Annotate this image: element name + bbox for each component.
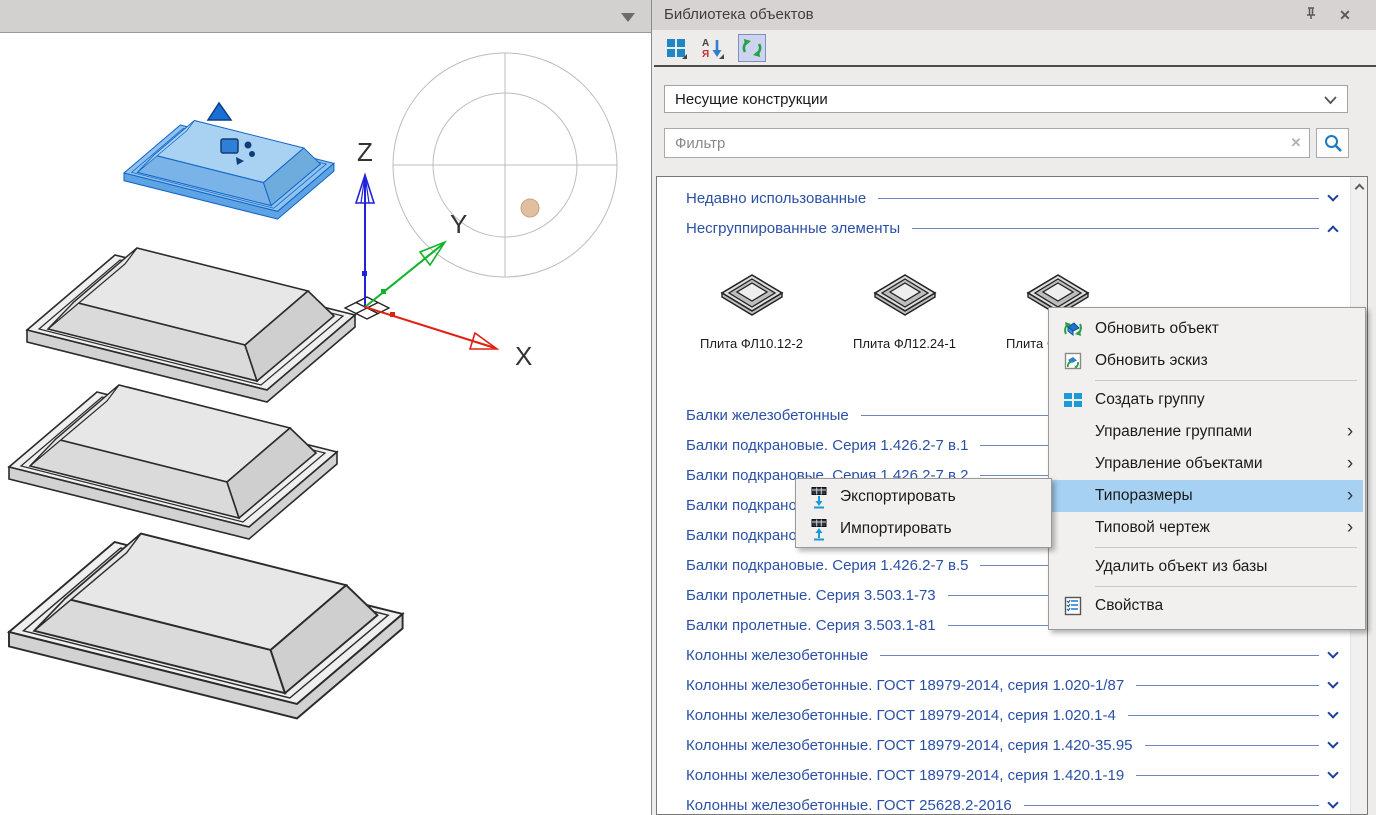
viewport-canvas[interactable]: Z Y X (0, 33, 651, 815)
chevron-up-icon (1355, 184, 1365, 194)
list-item[interactable]: Колонны железобетонные (657, 640, 1351, 670)
orbit-cursor-dot (521, 199, 539, 217)
refresh-icon (741, 37, 763, 59)
submenu-arrow-icon: › (1337, 421, 1363, 443)
update-sketch-icon (1051, 350, 1095, 372)
svg-text:А: А (702, 38, 709, 49)
x-axis-label: X (515, 341, 532, 371)
context-menu: Обновить объект Обновить эскиз Создать г… (1048, 307, 1366, 630)
view-mode-button[interactable] (662, 34, 690, 62)
menu-separator (1095, 586, 1357, 587)
create-group-icon (1051, 389, 1095, 411)
grid-view-icon (664, 36, 688, 60)
list-item[interactable]: Колонны железобетонные. ГОСТ 18979-2014,… (657, 760, 1351, 790)
plate-object-3[interactable] (9, 385, 337, 539)
svg-text:Я: Я (702, 49, 709, 60)
submenu-item-import[interactable]: Импортировать (798, 513, 1049, 545)
menu-item-delete-object[interactable]: Удалить объект из базы (1051, 551, 1363, 583)
library-item[interactable]: Плита ФЛ12.24-1 (828, 243, 981, 373)
menu-item-manage-groups[interactable]: Управление группами › (1051, 416, 1363, 448)
ucs-axis-triad: Z Y X (345, 137, 532, 371)
viewport-dropdown-icon[interactable] (621, 13, 635, 22)
section-recently-used[interactable]: Недавно использованные (657, 183, 1351, 213)
sort-alpha-icon: А Я (700, 36, 724, 60)
menu-separator (1095, 380, 1357, 381)
plate-object-4[interactable] (9, 534, 403, 719)
chevron-down-icon[interactable] (1327, 677, 1338, 688)
chevron-down-icon[interactable] (1327, 767, 1338, 778)
menu-separator (1095, 547, 1357, 548)
category-select[interactable]: Несущие конструкции (664, 85, 1348, 113)
panel-title: Библиотека объектов (664, 6, 814, 23)
submenu-arrow-icon: › (1337, 517, 1363, 539)
plate-object-selected[interactable] (124, 121, 334, 220)
item-label: Плита ФЛ10.12-2 (675, 336, 828, 351)
z-axis (356, 175, 374, 307)
category-value: Несущие конструкции (675, 91, 828, 108)
section-label: Несгруппированные элементы (686, 220, 900, 237)
chevron-down-icon[interactable] (1327, 647, 1338, 658)
menu-item-update-object[interactable]: Обновить объект (1051, 313, 1363, 345)
panel-toolbar: А Я (652, 30, 1376, 66)
chevron-down-icon[interactable] (1327, 797, 1338, 808)
chevron-down-icon (1324, 96, 1337, 105)
chevron-down-icon[interactable] (1327, 190, 1338, 201)
list-item[interactable]: Колонны железобетонные. ГОСТ 25628.2-201… (657, 790, 1351, 815)
close-icon[interactable]: ✕ (1334, 5, 1356, 25)
y-axis-label: Y (450, 209, 467, 239)
chevron-up-icon[interactable] (1327, 225, 1338, 236)
filter-field-wrap: ✕ (664, 128, 1310, 158)
plate-thumbnail-icon (873, 269, 937, 317)
menu-item-properties[interactable]: Свойства (1051, 590, 1363, 622)
toolbar-separator (654, 65, 1376, 67)
viewport-header-bar[interactable] (0, 0, 651, 33)
sort-button[interactable]: А Я (698, 34, 726, 62)
z-axis-label: Z (357, 137, 373, 167)
menu-item-manage-objects[interactable]: Управление объектами › (1051, 448, 1363, 480)
section-label: Недавно использованные (686, 190, 866, 207)
submenu-item-export[interactable]: Экспортировать (798, 481, 1049, 513)
chevron-down-icon[interactable] (1327, 737, 1338, 748)
item-label: Плита ФЛ12.24-1 (828, 336, 981, 351)
import-icon (798, 517, 840, 541)
plate-thumbnail-icon (720, 269, 784, 317)
library-item[interactable]: Плита ФЛ10.12-2 (675, 243, 828, 373)
chevron-down-icon[interactable] (1327, 707, 1338, 718)
pin-icon[interactable] (1300, 5, 1322, 25)
list-item[interactable]: Колонны железобетонные. ГОСТ 18979-2014,… (657, 700, 1351, 730)
filter-input[interactable] (665, 135, 1283, 152)
menu-item-typical-drawing[interactable]: Типовой чертеж › (1051, 512, 1363, 544)
menu-item-create-group[interactable]: Создать группу (1051, 384, 1363, 416)
model-viewport: Z Y X (0, 0, 652, 815)
update-object-icon (1051, 318, 1095, 340)
submenu-arrow-icon: › (1337, 485, 1363, 507)
clear-filter-icon[interactable]: ✕ (1283, 135, 1309, 151)
orbit-navigation-wheel[interactable] (393, 53, 617, 277)
plate-object-2[interactable] (27, 248, 355, 402)
menu-item-type-sizes[interactable]: Типоразмеры › (1051, 480, 1363, 512)
refresh-button[interactable] (738, 34, 766, 62)
submenu-arrow-icon: › (1337, 453, 1363, 475)
export-icon (798, 485, 840, 509)
y-axis (365, 242, 445, 307)
section-ungrouped[interactable]: Несгруппированные элементы (657, 213, 1351, 243)
panel-header: Библиотека объектов ✕ (652, 0, 1376, 30)
search-icon (1323, 133, 1343, 153)
list-item[interactable]: Колонны железобетонные. ГОСТ 18979-2014,… (657, 670, 1351, 700)
menu-item-update-sketch[interactable]: Обновить эскиз (1051, 345, 1363, 377)
scroll-up-button[interactable] (1351, 178, 1368, 195)
search-button[interactable] (1316, 128, 1349, 158)
properties-icon (1051, 595, 1095, 617)
typesizes-submenu: Экспортировать Импортировать (795, 478, 1052, 548)
section-rule (878, 198, 1319, 199)
list-item[interactable]: Колонны железобетонные. ГОСТ 18979-2014,… (657, 730, 1351, 760)
x-axis (365, 307, 497, 349)
section-rule (912, 228, 1319, 229)
